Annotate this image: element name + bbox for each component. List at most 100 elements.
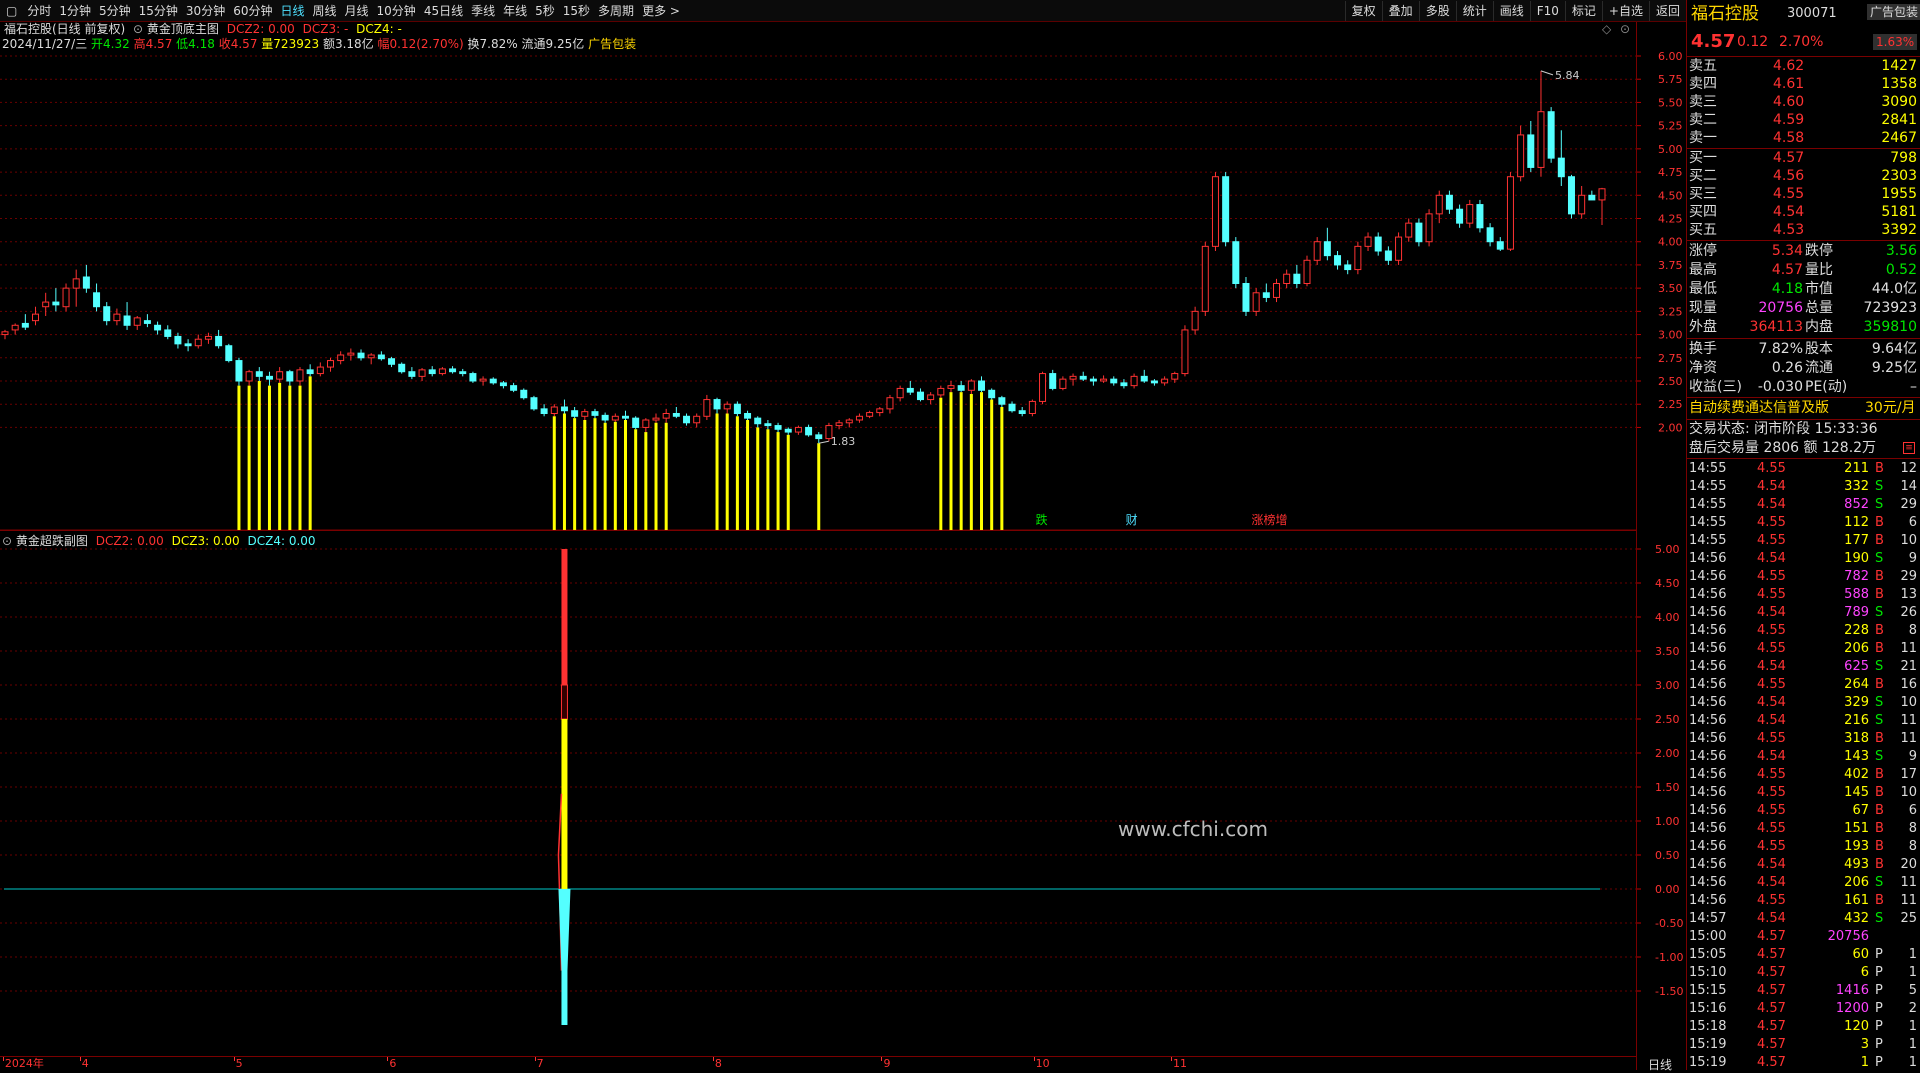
orderbook-volume: 2467: [1881, 130, 1917, 146]
candle-body: [296, 369, 304, 382]
promo-text[interactable]: 自动续费通达信普及版: [1689, 399, 1829, 417]
period-tab[interactable]: 45日线: [420, 0, 467, 22]
orderbook-row[interactable]: 买二 4.56 2303: [1687, 167, 1920, 185]
tick-side: B: [1875, 821, 1884, 836]
toolbar-button[interactable]: 返回: [1648, 0, 1686, 21]
orderbook-row[interactable]: 买五 4.53 3392: [1687, 221, 1920, 239]
period-tab[interactable]: 日线: [276, 0, 308, 22]
toolbar-button[interactable]: F10: [1529, 0, 1565, 21]
event-marker[interactable]: 跌: [1036, 512, 1048, 527]
candle-body: [1272, 283, 1280, 298]
tick-volume: 145: [1844, 785, 1869, 800]
sub-tick-label: 2.50: [1655, 713, 1680, 726]
signal-bar: [552, 416, 556, 530]
candle-body: [744, 413, 752, 419]
toolbar-button[interactable]: 统计: [1455, 0, 1493, 21]
candle-body: [42, 301, 50, 308]
tick-time: 14:55: [1689, 479, 1727, 494]
sub-tick-label: 0.50: [1655, 849, 1680, 862]
stock-code: 300071: [1787, 6, 1837, 21]
tick-price: 4.55: [1757, 677, 1786, 692]
tick-count: 16: [1900, 677, 1917, 692]
period-tab[interactable]: 多周期: [594, 0, 638, 22]
toolbar-button[interactable]: 复权: [1344, 0, 1382, 21]
candle-body: [1140, 375, 1148, 382]
candle-body: [245, 371, 253, 382]
tick-row: 15:15 4.57 1416 P 5: [1687, 982, 1920, 1000]
tick-row: 15:19 4.57 1 P 1: [1687, 1054, 1920, 1072]
tick-volume: 432: [1844, 911, 1869, 926]
toolbar-button[interactable]: 多股: [1418, 0, 1456, 21]
tick-count: 11: [1900, 875, 1917, 890]
period-tab[interactable]: 15分钟: [135, 0, 182, 22]
orderbook-volume: 2303: [1881, 168, 1917, 184]
event-marker[interactable]: 涨榜增: [1252, 512, 1288, 527]
period-tab[interactable]: 5秒: [531, 0, 559, 22]
period-tab[interactable]: 周线: [309, 0, 341, 22]
period-tab[interactable]: 60分钟: [229, 0, 276, 22]
time-axis-label: 8: [714, 1057, 722, 1070]
dcz2-segment: [560, 684, 568, 720]
toolbar-button[interactable]: 叠加: [1381, 0, 1419, 21]
period-tab[interactable]: 30分钟: [182, 0, 229, 22]
period-tab[interactable]: 5分钟: [95, 0, 135, 22]
tick-time: 15:19: [1689, 1037, 1727, 1052]
main-kline-chart[interactable]: 福石控股(日线 前复权) ⊙ 黄金顶底主图 DCZ2: 0.00 DCZ3: -…: [0, 22, 1683, 530]
ad-tag[interactable]: 广告包装: [1867, 4, 1920, 20]
main-chart-canvas: 6.00 5.75 5.50 5.25 5.00 4.75 4.50 4.25 4.00 3.75…: [0, 50, 1683, 530]
orderbook-row[interactable]: 卖四 4.61 1358: [1687, 75, 1920, 93]
price-tick-label: 4.75: [1658, 166, 1683, 179]
toolbar-button[interactable]: +自选: [1601, 0, 1649, 21]
tick-detail-icon[interactable]: ≡: [1903, 442, 1915, 454]
orderbook-row[interactable]: 买四 4.54 5181: [1687, 203, 1920, 221]
event-marker[interactable]: 财: [1126, 513, 1138, 527]
period-tab[interactable]: 分时: [23, 0, 55, 22]
period-tab[interactable]: 更多 >: [638, 0, 684, 22]
period-tab[interactable]: 15秒: [559, 0, 594, 22]
candle-body: [937, 387, 945, 396]
period-tab[interactable]: 季线: [467, 0, 499, 22]
candle-body: [1323, 241, 1331, 257]
tick-volume: 789: [1844, 605, 1869, 620]
candle-body: [1161, 378, 1169, 384]
period-tab[interactable]: 1分钟: [55, 0, 95, 22]
candle-body: [672, 413, 680, 417]
tick-price: 4.54: [1757, 659, 1786, 674]
stat-value: 4.57: [1771, 262, 1803, 278]
orderbook-level: 买一: [1689, 150, 1717, 166]
period-tab[interactable]: 月线: [341, 0, 373, 22]
tick-side: S: [1875, 749, 1884, 764]
time-axis-tick: [1171, 1057, 1172, 1061]
candle-body: [438, 368, 446, 375]
tick-row: 14:56 4.55 402 B 17: [1687, 766, 1920, 784]
tick-row: 14:56 4.55 161 B 11: [1687, 892, 1920, 910]
tick-price: 4.57: [1757, 983, 1786, 998]
stat-key: 总量: [1805, 300, 1833, 316]
window-menu-icon[interactable]: ▢: [0, 0, 23, 22]
orderbook-row[interactable]: 卖五 4.62 1427: [1687, 57, 1920, 75]
orderbook-row[interactable]: 卖一 4.58 2467: [1687, 129, 1920, 147]
period-tab[interactable]: 10分钟: [373, 0, 420, 22]
candle-body: [286, 371, 294, 382]
promo-price[interactable]: 30元/月: [1865, 399, 1916, 417]
toolbar-button[interactable]: 画线: [1492, 0, 1530, 21]
time-axis-tick: [881, 1057, 883, 1061]
tick-volume: 1200: [1835, 1001, 1869, 1016]
orderbook-row[interactable]: 买三 4.55 1955: [1687, 185, 1920, 203]
candle-body: [1252, 292, 1260, 312]
candle-body: [408, 371, 416, 377]
tick-side: B: [1875, 641, 1884, 656]
candle-body: [866, 412, 874, 417]
orderbook-row[interactable]: 卖二 4.59 2841: [1687, 111, 1920, 129]
candle-body: [1517, 134, 1525, 178]
tick-count: 8: [1908, 839, 1917, 854]
period-tab[interactable]: 年线: [499, 0, 531, 22]
tick-volume: 67: [1852, 803, 1869, 818]
candle-body: [1506, 176, 1514, 250]
orderbook-row[interactable]: 买一 4.57 798: [1687, 149, 1920, 167]
orderbook-row[interactable]: 卖三 4.60 3090: [1687, 93, 1920, 111]
toolbar-button[interactable]: 标记: [1564, 0, 1602, 21]
tick-count: 26: [1900, 605, 1917, 620]
sub-indicator-chart[interactable]: ⊙ 黄金超跌副图 DCZ2: 0.00 DCZ3: 0.00 DCZ4: 0.0…: [0, 530, 1683, 1060]
orderbook-volume: 3392: [1881, 222, 1917, 238]
